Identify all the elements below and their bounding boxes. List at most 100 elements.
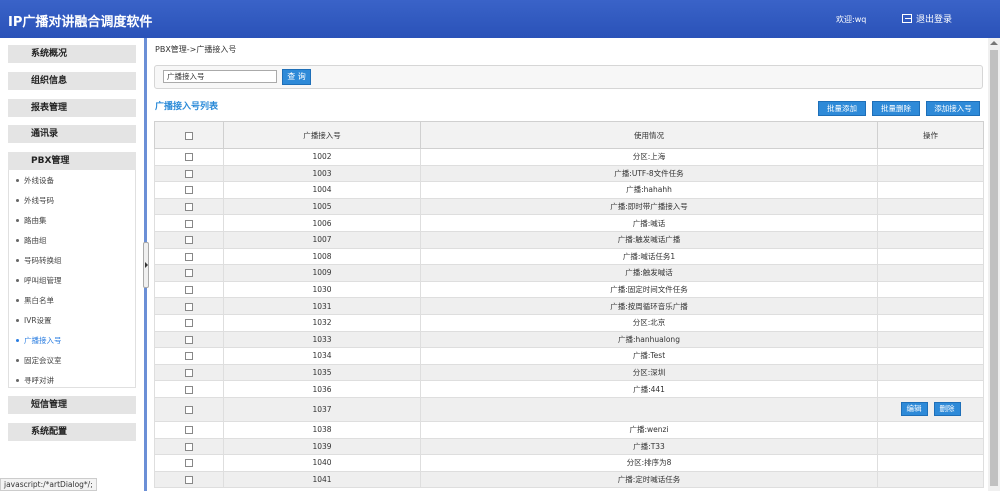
menu-reports[interactable]: 报表管理 bbox=[8, 99, 136, 117]
access-number-cell: 1004 bbox=[223, 181, 421, 199]
row-checkbox[interactable] bbox=[185, 153, 193, 162]
access-number-cell: 1034 bbox=[223, 347, 421, 365]
row-checkbox[interactable] bbox=[185, 369, 193, 378]
sidebar-item-label: 路由集 bbox=[24, 216, 47, 225]
bullet-icon bbox=[16, 199, 19, 202]
row-checkbox[interactable] bbox=[185, 475, 193, 484]
actions-cell bbox=[877, 164, 984, 183]
menu-system-config[interactable]: 系统配置 bbox=[8, 423, 136, 441]
row-checkbox[interactable] bbox=[185, 169, 193, 178]
sidebar-item-label: 广播接入号 bbox=[24, 336, 62, 345]
bullet-icon bbox=[16, 379, 19, 382]
welcome-text: 欢迎:wq bbox=[836, 15, 867, 24]
access-number-cell: 1007 bbox=[223, 230, 421, 249]
menu-pbx[interactable]: PBX管理 bbox=[8, 152, 136, 170]
row-checkbox[interactable] bbox=[185, 236, 193, 245]
access-number-cell: 1033 bbox=[223, 330, 421, 349]
actions-cell bbox=[877, 437, 984, 456]
sidebar-item-pbx[interactable]: 号码转换组 bbox=[16, 255, 62, 266]
add-number-button[interactable]: 添加接入号 bbox=[926, 101, 980, 116]
sidebar-item-pbx[interactable]: 路由组 bbox=[16, 235, 47, 246]
list-title: 广播接入号列表 bbox=[155, 102, 219, 112]
row-checkbox[interactable] bbox=[185, 405, 193, 414]
table-row: 1040 分区:排序为8 bbox=[154, 454, 984, 472]
access-number-cell: 1008 bbox=[223, 247, 421, 266]
access-number-cell: 1030 bbox=[223, 280, 421, 299]
sidebar-item-label: 黑白名单 bbox=[24, 296, 54, 305]
access-number-cell: 1036 bbox=[223, 380, 421, 398]
row-select-cell bbox=[154, 264, 224, 282]
delete-button[interactable]: 删除 bbox=[933, 402, 961, 417]
sidebar-item-pbx[interactable]: IVR设置 bbox=[16, 315, 52, 326]
menu-sms[interactable]: 短信管理 bbox=[8, 396, 136, 414]
row-checkbox[interactable] bbox=[185, 426, 193, 435]
usage-cell: 广播:固定时间文件任务 bbox=[420, 280, 878, 299]
actions-cell bbox=[877, 197, 984, 216]
page-scrollbar[interactable] bbox=[988, 38, 1000, 491]
table-row: 1039 广播:T33 bbox=[154, 437, 984, 456]
sidebar-item-label: 号码转换组 bbox=[24, 256, 62, 265]
table-row: 1007 广播:触发喊话广播 bbox=[154, 230, 984, 249]
bullet-icon bbox=[16, 279, 19, 282]
row-checkbox[interactable] bbox=[185, 459, 193, 468]
row-select-cell bbox=[154, 181, 224, 199]
row-checkbox[interactable] bbox=[185, 335, 193, 344]
batch-delete-button[interactable]: 批量删除 bbox=[872, 101, 920, 116]
sidebar-item-pbx[interactable]: 广播接入号 bbox=[16, 335, 62, 346]
menu-contacts[interactable]: 通讯录 bbox=[8, 125, 136, 143]
table-row: 1032 分区:北京 bbox=[154, 313, 984, 332]
row-checkbox[interactable] bbox=[185, 302, 193, 311]
row-select-cell bbox=[154, 330, 224, 349]
row-checkbox[interactable] bbox=[185, 269, 193, 278]
usage-cell: 广播:触发喊话 bbox=[420, 264, 878, 282]
actions-cell bbox=[877, 420, 984, 439]
sidebar-item-pbx[interactable]: 路由集 bbox=[16, 215, 47, 226]
edit-button[interactable]: 编辑 bbox=[900, 402, 928, 417]
usage-cell bbox=[420, 396, 878, 422]
access-number-cell: 1031 bbox=[223, 297, 421, 315]
row-select-cell bbox=[154, 197, 224, 216]
row-checkbox[interactable] bbox=[185, 442, 193, 451]
scroll-thumb[interactable] bbox=[990, 50, 998, 486]
row-checkbox[interactable] bbox=[185, 286, 193, 295]
row-checkbox[interactable] bbox=[185, 252, 193, 261]
sidebar-item-pbx[interactable]: 固定会议室 bbox=[16, 355, 62, 366]
row-checkbox[interactable] bbox=[185, 385, 193, 394]
table-row: 1005 广播:即时带广播接入号 bbox=[154, 197, 984, 216]
batch-add-button[interactable]: 批量添加 bbox=[818, 101, 866, 116]
sidebar-item-pbx[interactable]: 寻呼对讲 bbox=[16, 375, 54, 386]
bullet-icon bbox=[16, 219, 19, 222]
search-input[interactable] bbox=[163, 70, 277, 83]
sidebar-item-pbx[interactable]: 外线设备 bbox=[16, 175, 54, 186]
row-checkbox[interactable] bbox=[185, 219, 193, 228]
row-checkbox[interactable] bbox=[185, 319, 193, 328]
access-number-cell: 1006 bbox=[223, 214, 421, 232]
bullet-icon bbox=[16, 259, 19, 262]
usage-cell: 分区:排序为8 bbox=[420, 454, 878, 472]
actions-cell bbox=[877, 297, 984, 315]
table-row: 1034 广播:Test bbox=[154, 347, 984, 365]
row-select-cell bbox=[154, 420, 224, 439]
row-checkbox[interactable] bbox=[185, 203, 193, 212]
search-button[interactable]: 查 询 bbox=[282, 69, 311, 85]
sidebar-item-pbx[interactable]: 黑白名单 bbox=[16, 295, 54, 306]
usage-cell: 广播:喊话 bbox=[420, 214, 878, 232]
actions-cell: 编辑 删除 bbox=[877, 396, 984, 422]
actions-cell bbox=[877, 280, 984, 299]
select-all-checkbox[interactable] bbox=[185, 131, 193, 140]
menu-system-overview[interactable]: 系统概况 bbox=[8, 45, 136, 63]
usage-cell: 分区:北京 bbox=[420, 313, 878, 332]
table-row: 1030 广播:固定时间文件任务 bbox=[154, 280, 984, 299]
sidebar-item-pbx[interactable]: 外线号码 bbox=[16, 195, 54, 206]
row-checkbox[interactable] bbox=[185, 186, 193, 195]
sidebar-item-pbx[interactable]: 呼叫组管理 bbox=[16, 275, 62, 286]
usage-cell: 广播:hahahh bbox=[420, 181, 878, 199]
actions-cell bbox=[877, 148, 984, 166]
menu-org-info[interactable]: 组织信息 bbox=[8, 72, 136, 90]
scroll-up-arrow-icon[interactable] bbox=[990, 41, 998, 45]
usage-cell: 分区:上海 bbox=[420, 148, 878, 166]
row-checkbox[interactable] bbox=[185, 352, 193, 361]
logout-button[interactable]: 退出登录 bbox=[902, 12, 952, 25]
actions-cell bbox=[877, 230, 984, 249]
app-header: IP广播对讲融合调度软件 欢迎:wq 退出登录 bbox=[0, 0, 1000, 38]
